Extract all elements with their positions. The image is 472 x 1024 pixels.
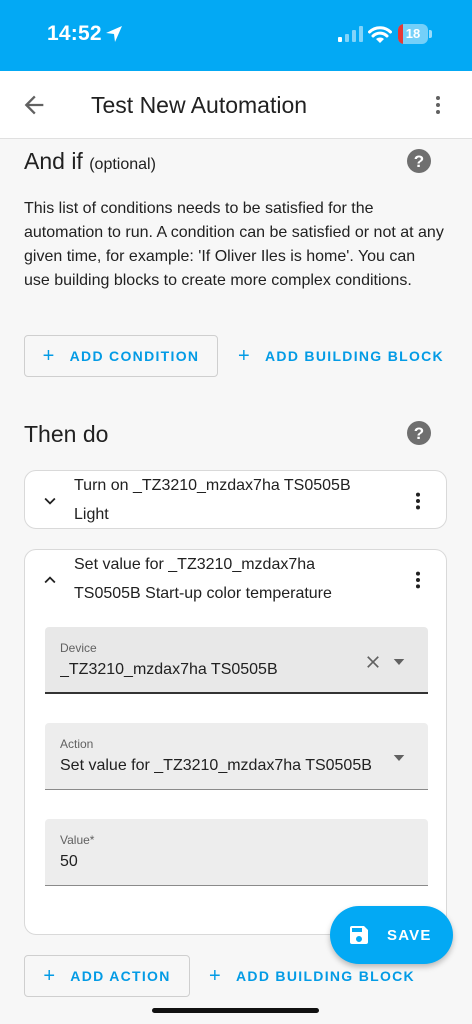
action-title: Set value for _TZ3210_mzdax7ha TS0505B S… <box>74 550 384 608</box>
dropdown-arrow-icon[interactable] <box>390 653 408 671</box>
optional-label: (optional) <box>89 156 156 173</box>
more-vert-icon[interactable] <box>407 490 429 512</box>
value-text[interactable]: 50 <box>60 853 356 871</box>
battery-percent: 18 <box>405 26 421 41</box>
help-circle-icon[interactable]: ? <box>406 420 432 446</box>
more-vert-icon[interactable] <box>407 569 429 591</box>
plus-icon: + <box>43 965 57 987</box>
add-action-label: ADD ACTION <box>70 968 171 984</box>
action-card-set-value[interactable]: Set value for _TZ3210_mzdax7ha TS0505B S… <box>24 549 447 935</box>
svg-text:?: ? <box>414 424 424 443</box>
value-input[interactable]: Value* 50 <box>45 819 428 886</box>
battery-indicator: 18 <box>398 24 434 44</box>
app-bar: Test New Automation <box>0 71 472 139</box>
add-building-block-label: ADD BUILDING BLOCK <box>236 968 415 984</box>
plus-icon: + <box>238 345 252 367</box>
dropdown-arrow-icon[interactable] <box>390 749 408 767</box>
cellular-signal-icon <box>338 26 363 42</box>
status-bar: 14:52 18 <box>0 0 472 71</box>
action-select[interactable]: Action Set value for _TZ3210_mzdax7ha TS… <box>45 723 428 790</box>
plus-icon: + <box>209 965 223 987</box>
add-condition-button[interactable]: + ADD CONDITION <box>24 335 218 377</box>
value-label: Value* <box>60 833 95 847</box>
conditions-description: This list of conditions needs to be sati… <box>24 200 444 289</box>
conditions-heading-text: And if <box>24 148 83 174</box>
add-building-block-conditions-button[interactable]: + ADD BUILDING BLOCK <box>232 335 450 377</box>
action-title-line1: Turn on _TZ3210_mzdax7ha TS0505B <box>74 477 351 494</box>
page-title: Test New Automation <box>91 92 308 118</box>
action-title: Turn on _TZ3210_mzdax7ha TS0505B Light <box>74 471 384 529</box>
action-card-turn-on[interactable]: Turn on _TZ3210_mzdax7ha TS0505B Light <box>24 470 447 529</box>
add-condition-label: ADD CONDITION <box>69 348 200 364</box>
status-time: 14:52 <box>47 22 102 45</box>
save-button[interactable]: SAVE <box>330 906 453 964</box>
action-label: Action <box>60 737 94 751</box>
wifi-icon <box>368 26 392 43</box>
action-title-line2: Light <box>74 506 109 523</box>
conditions-heading: And if (optional) <box>24 148 156 175</box>
action-title-line2: TS0505B Start-up color temperature <box>74 585 332 602</box>
chevron-up-icon[interactable] <box>39 569 61 591</box>
action-value: Set value for _TZ3210_mzdax7ha TS0505B S… <box>60 757 372 774</box>
save-icon <box>350 926 368 944</box>
close-icon[interactable] <box>363 652 383 672</box>
back-arrow-icon[interactable] <box>20 91 48 119</box>
actions-heading: Then do <box>24 421 109 447</box>
save-label: SAVE <box>387 927 432 944</box>
svg-text:?: ? <box>414 152 424 171</box>
add-building-block-label: ADD BUILDING BLOCK <box>265 348 444 364</box>
chevron-down-icon[interactable] <box>39 490 61 512</box>
help-circle-icon[interactable]: ? <box>406 148 432 174</box>
device-select[interactable]: Device _TZ3210_mzdax7ha TS0505B <box>45 627 428 694</box>
action-title-line1: Set value for _TZ3210_mzdax7ha <box>74 556 316 573</box>
device-value: _TZ3210_mzdax7ha TS0505B <box>60 661 278 678</box>
add-action-button[interactable]: + ADD ACTION <box>24 955 190 997</box>
location-arrow-icon <box>106 26 122 42</box>
more-vert-icon[interactable] <box>426 93 450 117</box>
device-label: Device <box>60 641 97 655</box>
plus-icon: + <box>42 345 56 367</box>
home-indicator <box>152 1008 319 1013</box>
